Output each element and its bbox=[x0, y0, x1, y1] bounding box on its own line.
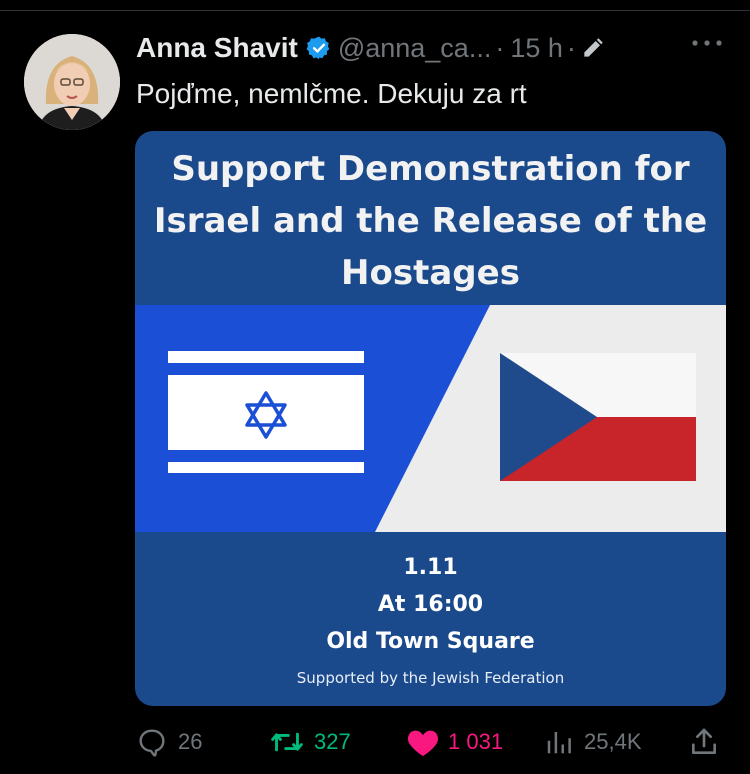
like-heart-icon bbox=[407, 730, 439, 757]
like-button[interactable]: 1 031 bbox=[406, 722, 503, 762]
more-options-icon[interactable] bbox=[690, 36, 724, 50]
share-icon bbox=[692, 728, 716, 754]
top-divider bbox=[0, 10, 750, 11]
views-chart-icon bbox=[547, 732, 571, 754]
repost-button[interactable]: 327 bbox=[270, 722, 351, 762]
tweet-text: Pojďme, nemlčme. Dekuju za rt bbox=[136, 78, 527, 109]
header-separator: · bbox=[495, 32, 505, 63]
author-avatar[interactable] bbox=[24, 34, 120, 130]
reply-button[interactable]: 26 bbox=[136, 722, 202, 762]
czech-flag bbox=[500, 353, 696, 481]
poster-title-line-2: Israel and the Release of the bbox=[153, 201, 708, 241]
poster-title-line-3: Hostages bbox=[341, 253, 520, 293]
event-place: Old Town Square bbox=[326, 629, 535, 654]
tweet-header: Anna Shavit @anna_ca... · 15 h · bbox=[136, 30, 606, 66]
event-date: 1.11 bbox=[403, 555, 458, 580]
views-button[interactable]: 25,4K bbox=[544, 722, 642, 762]
author-handle[interactable]: @anna_ca... bbox=[338, 33, 492, 64]
poster-title-line-1: Support Demonstration for bbox=[171, 149, 690, 189]
header-separator-2: · bbox=[566, 32, 576, 63]
event-supporter: Supported by the Jewish Federation bbox=[296, 669, 565, 687]
post-timestamp[interactable]: 15 h bbox=[510, 33, 563, 64]
like-count: 1 031 bbox=[448, 729, 504, 754]
tweet-actions: 26 327 1 031 25,4K bbox=[0, 722, 750, 762]
reply-icon bbox=[139, 729, 165, 757]
media-attachment[interactable]: Support Demonstration for Israel and the… bbox=[135, 131, 726, 706]
event-time: At 16:00 bbox=[377, 592, 484, 617]
avatar-portrait bbox=[24, 34, 120, 130]
reply-count: 26 bbox=[178, 729, 203, 754]
repost-icon bbox=[271, 732, 303, 752]
share-button[interactable] bbox=[688, 722, 720, 762]
poster-title: Support Demonstration for Israel and the… bbox=[135, 143, 726, 299]
author-name[interactable]: Anna Shavit bbox=[136, 32, 298, 64]
edit-pencil-icon[interactable] bbox=[580, 35, 606, 61]
views-count: 25,4K bbox=[584, 729, 642, 754]
verified-badge-icon[interactable] bbox=[306, 35, 332, 61]
repost-count: 327 bbox=[314, 729, 351, 754]
israel-flag bbox=[168, 351, 364, 473]
flags-banner bbox=[135, 305, 726, 532]
